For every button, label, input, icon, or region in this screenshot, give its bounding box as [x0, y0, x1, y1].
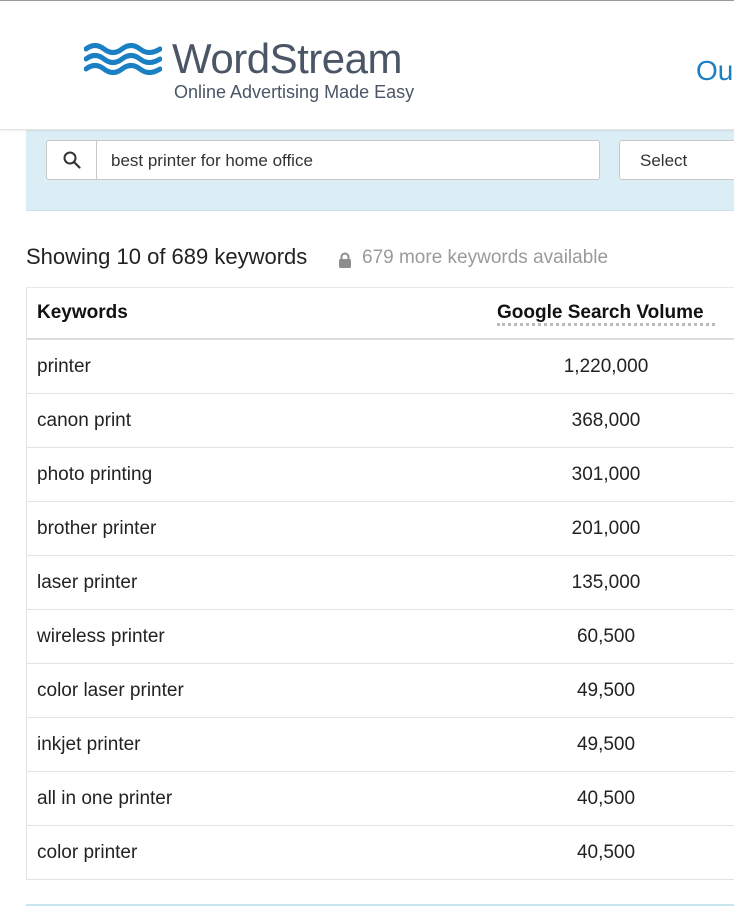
keyword-cell: printer	[37, 356, 91, 377]
keywords-table: Keywords Google Search Volume printer 1,2…	[26, 287, 734, 880]
keyword-cell: color printer	[37, 842, 138, 863]
search-panel: best printer for home office Select	[26, 128, 734, 211]
table-row: all in one printer 40,500	[27, 772, 734, 826]
wordstream-wave-logo-icon[interactable]	[84, 43, 162, 75]
more-keywords-text: 679 more keywords available	[362, 247, 609, 268]
table-row: brother printer 201,000	[27, 502, 734, 556]
table-header: Keywords Google Search Volume	[27, 288, 734, 340]
lock-icon	[339, 252, 351, 268]
keyword-cell: laser printer	[37, 572, 138, 593]
column-header-keywords: Keywords	[37, 302, 128, 323]
site-header: WordStream Online Advertising Made Easy …	[0, 0, 734, 130]
keyword-cell: photo printing	[37, 464, 153, 485]
table-row: photo printing 301,000	[27, 448, 734, 502]
header-nav-link[interactable]: Ou	[696, 55, 733, 87]
search-volume-cell: 135,000	[571, 572, 641, 593]
table-row: laser printer 135,000	[27, 556, 734, 610]
results-count: Showing 10 of 689 keywords	[26, 244, 308, 269]
table-row: color printer 40,500	[27, 826, 734, 880]
keyword-cell: canon print	[37, 410, 132, 431]
column-header-search-volume[interactable]: Google Search Volume	[497, 302, 704, 324]
keyword-cell: wireless printer	[37, 626, 165, 647]
search-volume-cell: 301,000	[571, 464, 641, 485]
keyword-cell: inkjet printer	[37, 734, 141, 755]
divider	[26, 904, 734, 906]
keyword-cell: brother printer	[37, 518, 157, 539]
keyword-cell: color laser printer	[37, 680, 184, 701]
search-icon	[63, 151, 81, 169]
search-volume-cell: 40,500	[576, 788, 636, 809]
search-input[interactable]: best printer for home office	[111, 151, 313, 171]
search-volume-cell: 1,220,000	[563, 356, 649, 377]
table-row: color laser printer 49,500	[27, 664, 734, 718]
search-volume-cell: 49,500	[576, 680, 636, 701]
table-row: inkjet printer 49,500	[27, 718, 734, 772]
search-volume-cell: 368,000	[571, 410, 641, 431]
logo-tagline: Online Advertising Made Easy	[174, 82, 415, 102]
select-label: Select	[640, 151, 688, 170]
tooltip-underline	[497, 323, 715, 326]
search-volume-cell: 201,000	[571, 518, 641, 539]
search-button[interactable]	[47, 141, 97, 179]
search-field[interactable]: best printer for home office	[46, 140, 600, 180]
logo-name[interactable]: WordStream	[172, 37, 402, 81]
search-volume-cell: 40,500	[576, 842, 636, 863]
search-volume-cell: 49,500	[576, 734, 636, 755]
table-row: wireless printer 60,500	[27, 610, 734, 664]
filter-select[interactable]: Select	[619, 140, 734, 180]
search-volume-cell: 60,500	[576, 626, 636, 647]
table-row: canon print 368,000	[27, 394, 734, 448]
table-row: printer 1,220,000	[27, 340, 734, 394]
keyword-cell: all in one printer	[37, 788, 173, 809]
